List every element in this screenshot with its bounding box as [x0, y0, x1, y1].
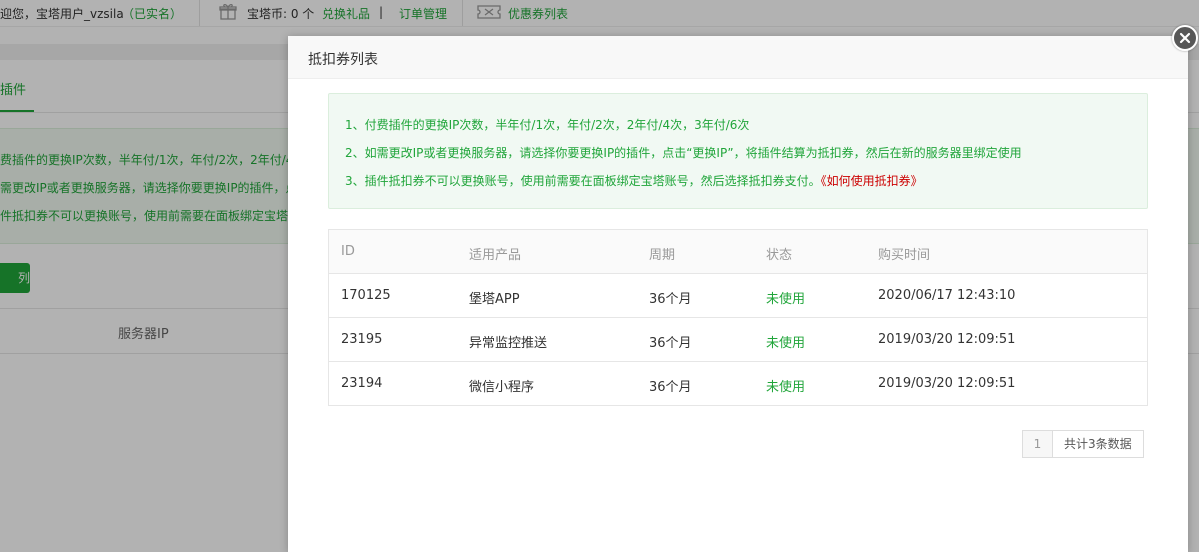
- cell-time: 2019/03/20 12:09:51: [878, 376, 1016, 391]
- cell-status: 未使用: [766, 336, 806, 351]
- header-period: 周期: [649, 248, 676, 263]
- cell-status: 未使用: [766, 292, 806, 307]
- cell-status: 未使用: [766, 380, 806, 395]
- dialog-title: 抵扣券列表: [308, 52, 378, 68]
- table-row: 23194 微信小程序 36个月 未使用 2019/03/20 12:09:51: [329, 361, 1147, 405]
- tip-line: 3、插件抵扣券不可以更换账号，使用前需要在面板绑定宝塔账号，然后选择抵扣券支付。…: [345, 172, 923, 189]
- cell-id: 170125: [341, 288, 391, 303]
- coupon-table: ID 适用产品 周期 状态 购买时间 170125 堡塔APP 36个月 未使用…: [328, 229, 1148, 406]
- table-header: ID 适用产品 周期 状态 购买时间: [329, 230, 1147, 273]
- coupon-list-dialog: 抵扣券列表 1、付费插件的更换IP次数，半年付/1次，年付/2次，2年付/4次，…: [288, 36, 1188, 552]
- close-icon: [1179, 32, 1191, 44]
- tip-line: 2、如需更改IP或者更换服务器，请选择你要更换IP的插件，点击“更换IP”，将插…: [345, 146, 1022, 160]
- table-row: 170125 堡塔APP 36个月 未使用 2020/06/17 12:43:1…: [329, 273, 1147, 317]
- close-button[interactable]: [1172, 25, 1198, 51]
- cell-period: 36个月: [649, 380, 692, 395]
- tip-line: 1、付费插件的更换IP次数，半年付/1次，年付/2次，2年付/4次，3年付/6次: [345, 118, 750, 132]
- help-link[interactable]: 《如何使用抵扣券》: [821, 174, 923, 188]
- cell-product: 异常监控推送: [469, 336, 548, 351]
- cell-id: 23195: [341, 332, 383, 347]
- cell-period: 36个月: [649, 292, 692, 307]
- tips-box: 1、付费插件的更换IP次数，半年付/1次，年付/2次，2年付/4次，3年付/6次…: [328, 93, 1148, 209]
- page-number[interactable]: 1: [1023, 431, 1053, 457]
- header-id: ID: [341, 244, 355, 259]
- table-row: 23195 异常监控推送 36个月 未使用 2019/03/20 12:09:5…: [329, 317, 1147, 361]
- cell-product: 微信小程序: [469, 380, 535, 395]
- dialog-header: 抵扣券列表: [288, 36, 1188, 79]
- cell-id: 23194: [341, 376, 383, 391]
- cell-product: 堡塔APP: [469, 292, 520, 307]
- cell-period: 36个月: [649, 336, 692, 351]
- total-count: 共计3条数据: [1053, 431, 1143, 457]
- header-status: 状态: [766, 248, 793, 263]
- cell-time: 2019/03/20 12:09:51: [878, 332, 1016, 347]
- cell-time: 2020/06/17 12:43:10: [878, 288, 1016, 303]
- header-time: 购买时间: [878, 248, 931, 263]
- pagination: 1 共计3条数据: [1022, 430, 1144, 458]
- header-product: 适用产品: [469, 248, 522, 263]
- tip-text: 3、插件抵扣券不可以更换账号，使用前需要在面板绑定宝塔账号，然后选择抵扣券支付。: [345, 174, 821, 188]
